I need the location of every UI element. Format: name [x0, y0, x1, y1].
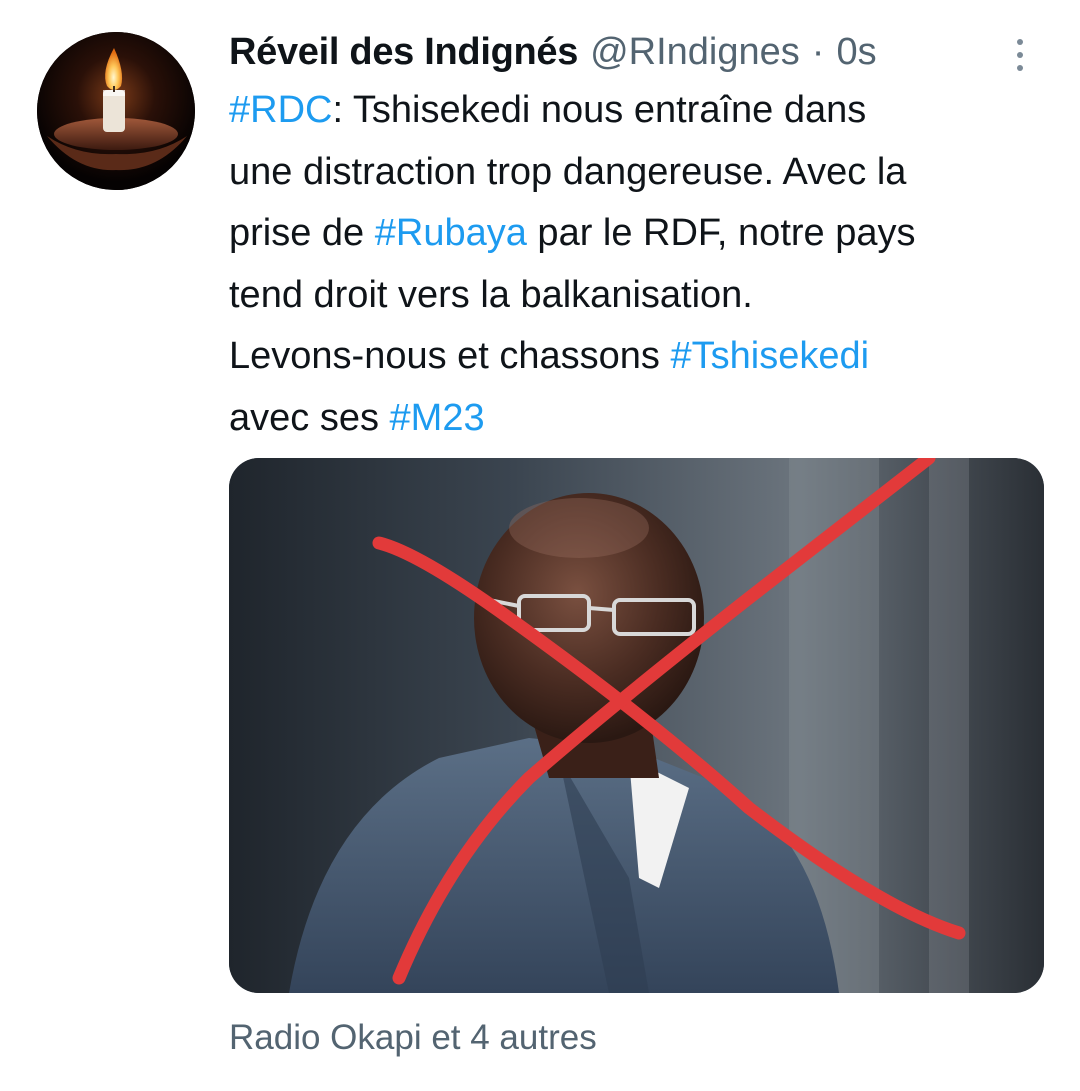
more-vertical-icon — [1017, 39, 1023, 45]
more-vertical-icon — [1017, 65, 1023, 71]
tweet-media-image[interactable] — [229, 458, 1044, 993]
tweet[interactable]: Réveil des Indignés @RIndignes · 0s #RDC… — [0, 0, 1080, 1091]
hashtag-link[interactable]: #Rubaya — [375, 212, 527, 254]
tweet-text-line: avec ses #M23 — [229, 388, 1049, 450]
tweet-text-line: tend droit vers la balkanisation. — [229, 265, 1049, 327]
photo-portrait-crossed — [229, 458, 1044, 993]
tweet-text-line: Levons-nous et chassons #Tshisekedi — [229, 326, 1049, 388]
tweet-text-line: #RDC: Tshisekedi nous entraîne dans — [229, 80, 1049, 142]
author-handle[interactable]: @RIndignes — [590, 31, 800, 74]
author-avatar[interactable] — [37, 32, 195, 190]
more-vertical-icon — [1017, 52, 1023, 58]
tagged-people-link[interactable]: Radio Okapi et 4 autres — [229, 1018, 597, 1058]
tweet-text-segment: prise de — [229, 212, 375, 254]
tweet-text-segment: : Tshisekedi nous entraîne dans — [332, 89, 867, 131]
tweet-header: Réveil des Indignés @RIndignes · 0s — [229, 26, 877, 78]
candle-flame-icon — [37, 32, 195, 190]
hashtag-link[interactable]: #RDC — [229, 89, 332, 131]
tweet-text-segment: par le RDF, notre pays — [526, 212, 916, 254]
author-display-name[interactable]: Réveil des Indignés — [229, 31, 578, 74]
tweet-timestamp[interactable]: 0s — [836, 31, 876, 74]
tweet-text-segment: Levons-nous et chassons — [229, 335, 671, 377]
tweet-text-segment: tend droit vers la balkanisation. — [229, 273, 753, 316]
tweet-text-line: prise de #Rubaya par le RDF, notre pays — [229, 203, 1049, 265]
hashtag-link[interactable]: #Tshisekedi — [671, 335, 870, 377]
tweet-text-line: une distraction trop dangereuse. Avec la — [229, 142, 1049, 204]
separator-dot: · — [811, 30, 825, 73]
tweet-text-segment: avec ses — [229, 396, 390, 439]
tweet-text: #RDC: Tshisekedi nous entraîne dans une d… — [229, 80, 1049, 449]
more-options-button[interactable] — [1005, 30, 1035, 80]
tweet-text-segment: une distraction trop dangereuse. Avec la — [229, 150, 907, 193]
hashtag-link[interactable]: #M23 — [390, 397, 485, 439]
